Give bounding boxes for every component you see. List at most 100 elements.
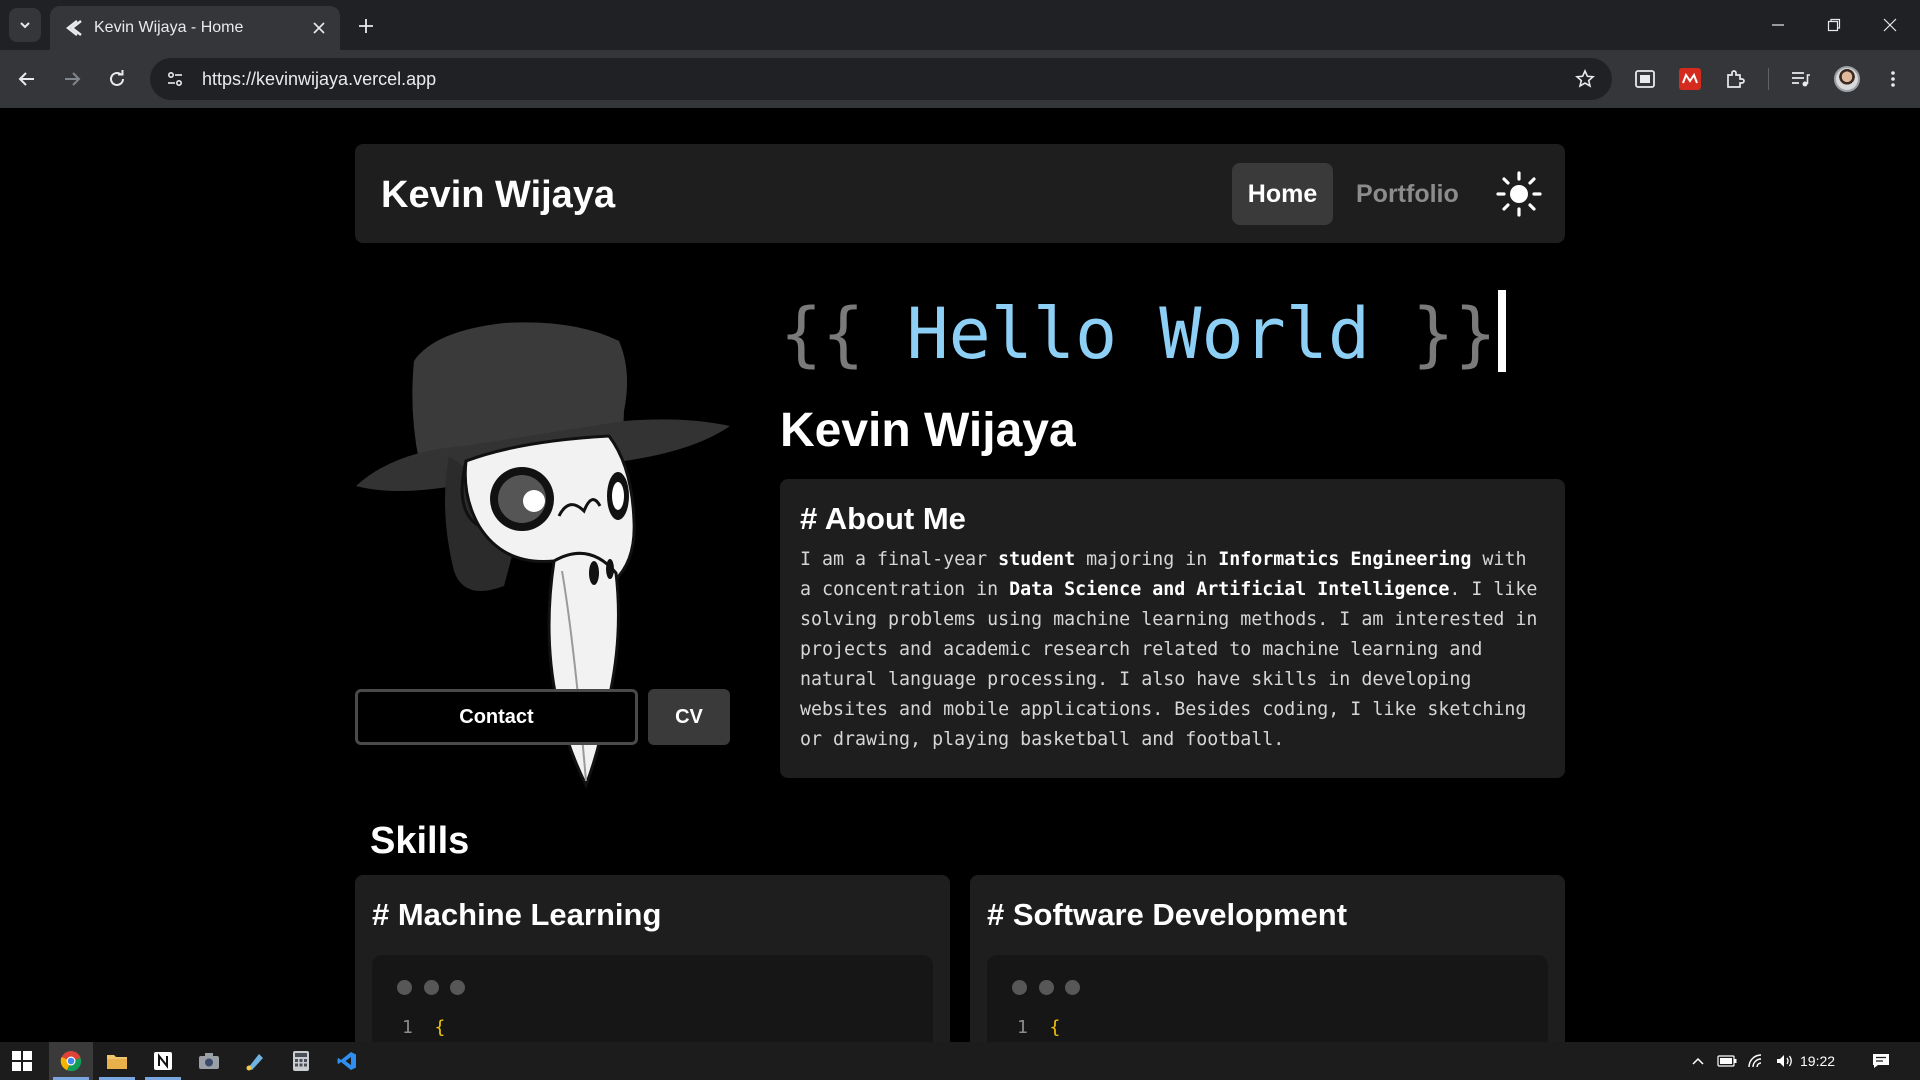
close-window-button[interactable] xyxy=(1862,0,1918,50)
nav-link-home[interactable]: Home xyxy=(1232,163,1333,225)
window-dot xyxy=(450,980,465,995)
about-me-card: # About Me I am a final-year student maj… xyxy=(780,479,1565,778)
file-explorer-icon xyxy=(107,1055,127,1069)
window-dot xyxy=(1039,980,1054,995)
browser-menu-button[interactable] xyxy=(1876,62,1910,96)
plus-icon xyxy=(359,19,373,33)
code-window: 1 { xyxy=(372,955,933,1042)
reload-icon xyxy=(110,70,124,86)
hero-name: Kevin Wijaya xyxy=(780,404,1076,457)
site-favicon-icon xyxy=(62,17,84,39)
extensions-button[interactable] xyxy=(1718,62,1752,96)
typing-cursor xyxy=(1498,290,1507,372)
battery-icon xyxy=(1717,1055,1737,1067)
picture-in-picture-button[interactable] xyxy=(1628,62,1662,96)
skill-card-title: # Machine Learning xyxy=(372,897,662,932)
address-bar[interactable]: https://kevinwijaya.vercel.app xyxy=(150,58,1612,100)
arrow-right-icon xyxy=(65,72,81,86)
reload-button[interactable] xyxy=(100,62,134,96)
about-me-segment: . I like solving problems using machine … xyxy=(800,579,1538,750)
site-brand[interactable]: Kevin Wijaya xyxy=(381,174,615,217)
taskbar-paint[interactable] xyxy=(233,1042,277,1080)
picture-in-picture-icon xyxy=(1635,70,1655,88)
code-window: 1 { xyxy=(987,955,1548,1042)
tray-battery[interactable] xyxy=(1714,1042,1740,1080)
line-number: 1 xyxy=(1017,1017,1028,1038)
mendeley-icon xyxy=(1679,68,1701,90)
site-navbar: Kevin Wijaya Home Portfolio xyxy=(355,144,1565,243)
chrome-icon xyxy=(60,1051,82,1072)
window-dot xyxy=(397,980,412,995)
site-info-icon[interactable] xyxy=(158,62,192,96)
skills-heading: Skills xyxy=(370,820,470,862)
tray-volume[interactable] xyxy=(1772,1042,1798,1080)
bookmark-star-icon[interactable] xyxy=(1568,62,1602,96)
code-line: 1 { xyxy=(402,1017,445,1038)
taskbar-vscode[interactable] xyxy=(325,1042,369,1080)
notion-icon xyxy=(154,1052,172,1070)
volume-icon xyxy=(1777,1055,1792,1067)
wifi-icon xyxy=(1748,1054,1762,1068)
hello-close-braces: }} xyxy=(1370,293,1497,375)
more-vertical-icon xyxy=(1891,71,1895,87)
close-icon xyxy=(1883,18,1897,32)
url-text[interactable]: https://kevinwijaya.vercel.app xyxy=(202,69,1568,90)
back-button[interactable] xyxy=(10,62,44,96)
restore-button[interactable] xyxy=(1806,0,1862,50)
skill-card-machine-learning: # Machine Learning 1 { xyxy=(355,875,950,1042)
close-tab-icon[interactable] xyxy=(308,17,330,39)
toolbar-divider xyxy=(1768,68,1769,90)
cv-button[interactable]: CV xyxy=(648,689,730,745)
about-me-title: # About Me xyxy=(800,501,966,536)
taskbar-file-explorer[interactable] xyxy=(95,1042,139,1080)
taskbar-calculator[interactable] xyxy=(279,1042,323,1080)
browser-tab-bar: Kevin Wijaya - Home xyxy=(0,0,1920,50)
arrow-left-icon xyxy=(18,72,34,86)
puzzle-icon xyxy=(1727,70,1745,88)
new-tab-button[interactable] xyxy=(352,12,380,40)
code-text: { xyxy=(1049,1017,1061,1038)
windows-start-icon xyxy=(12,1051,32,1071)
extension-mendeley-button[interactable] xyxy=(1673,62,1707,96)
nav-link-portfolio[interactable]: Portfolio xyxy=(1356,163,1459,225)
window-dot xyxy=(1012,980,1027,995)
profile-button[interactable] xyxy=(1830,62,1864,96)
vscode-icon xyxy=(337,1052,356,1070)
minimize-button[interactable] xyxy=(1750,0,1806,50)
window-dot xyxy=(1065,980,1080,995)
hello-world-typing-headline: {{ Hello World }} xyxy=(780,290,1507,375)
start-button[interactable] xyxy=(0,1042,44,1080)
tab-title: Kevin Wijaya - Home xyxy=(94,19,244,36)
hello-open-braces: {{ xyxy=(780,293,907,375)
restore-icon xyxy=(1827,18,1841,32)
minimize-icon xyxy=(1772,24,1784,26)
calculator-icon xyxy=(293,1051,309,1071)
taskbar-clock[interactable]: 19:22 xyxy=(1800,1042,1835,1080)
taskbar-camera[interactable] xyxy=(187,1042,231,1080)
about-me-segment: I am a final-year xyxy=(800,549,999,570)
code-text: { xyxy=(434,1017,446,1038)
line-number: 1 xyxy=(402,1017,413,1038)
contact-button[interactable]: Contact xyxy=(355,689,638,745)
notification-icon xyxy=(1873,1054,1889,1068)
media-control-button[interactable] xyxy=(1784,62,1818,96)
hello-world-text: Hello World xyxy=(906,293,1371,375)
taskbar-chrome[interactable] xyxy=(49,1042,93,1080)
window-dot xyxy=(424,980,439,995)
theme-toggle-sun-icon[interactable] xyxy=(1495,170,1543,218)
notification-center-button[interactable] xyxy=(1866,1042,1896,1080)
chevron-up-icon xyxy=(1692,1057,1704,1065)
taskbar-notion[interactable] xyxy=(141,1042,185,1080)
web-page: Kevin Wijaya Home Portfolio Contact CV {… xyxy=(0,108,1920,1042)
paint-icon xyxy=(246,1054,263,1071)
browser-tab-active[interactable]: Kevin Wijaya - Home xyxy=(50,6,340,50)
tray-wifi[interactable] xyxy=(1744,1042,1770,1080)
windows-taskbar: 19:22 xyxy=(0,1042,1920,1080)
skill-card-software-development: # Software Development 1 { xyxy=(970,875,1565,1042)
chevron-down-icon xyxy=(20,22,30,29)
tab-search-button[interactable] xyxy=(9,8,41,42)
tray-overflow-button[interactable] xyxy=(1685,1042,1711,1080)
forward-button[interactable] xyxy=(55,62,89,96)
skill-card-title: # Software Development xyxy=(987,897,1348,932)
code-line: 1 { xyxy=(1017,1017,1060,1038)
